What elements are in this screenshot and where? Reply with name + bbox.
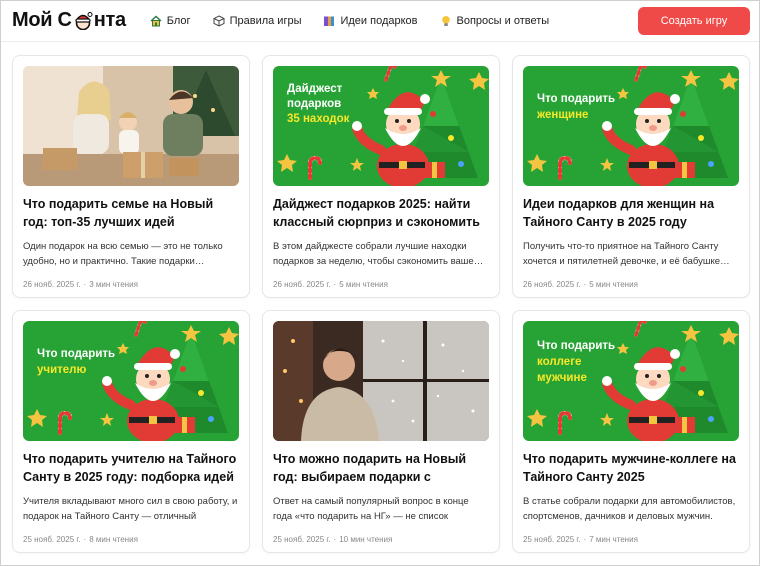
article-meta: 26 нояб. 2025 г. · 5 мин чтения [523,280,739,289]
article-card[interactable]: Что подарить учителю Что подарить учител… [12,310,250,553]
logo[interactable]: Мой С нта [12,9,126,32]
santa-banner-image: Что подарить учителю [23,321,239,441]
article-title[interactable]: Что можно подарить на Новый год: выбирае… [273,450,489,486]
article-description: Ответ на самый популярный вопрос в конце… [273,496,469,522]
family-photo [23,66,239,186]
banner-highlight: коллеге [537,356,581,368]
banner-text: подарков [287,98,341,110]
nav-item-rules[interactable]: Правила игры [213,14,302,27]
article-card[interactable]: Что можно подарить на Новый год: выбирае… [262,310,500,553]
banner-highlight: женщине [536,109,588,121]
santa-hat-icon [74,11,93,30]
article-title[interactable]: Что подарить учителю на Тайного Санту в … [23,450,239,486]
article-card[interactable]: Что подарить женщине Идеи подарков для ж… [512,55,750,298]
banner-text: Дайджест [287,83,343,95]
banner-highlight: 35 находок [287,113,350,125]
article-read-time: 8 мин чтения [89,535,138,544]
article-meta: 26 нояб. 2025 г. · 5 мин чтения [273,280,489,289]
article-date: 25 нояб. 2025 г. [273,535,331,544]
nav-label: Блог [166,14,191,27]
article-card[interactable]: Что подарить семье на Новый год: топ-35 … [12,55,250,298]
article-date: 25 нояб. 2025 г. [523,535,581,544]
separator: · [83,535,87,544]
window-photo [273,321,489,441]
nav-label: Правила игры [229,14,302,27]
separator: · [333,535,337,544]
separator: · [333,280,337,289]
santa-banner-image: Что подарить коллеге мужчине [523,321,739,441]
article-meta: 25 нояб. 2025 г. · 8 мин чтения [23,535,239,544]
logo-text-end: нта [93,9,126,31]
article-card[interactable]: Что подарить коллеге мужчине Что подарит… [512,310,750,553]
article-read-time: 10 мин чтения [339,535,393,544]
banner-text: Что подарить [537,340,615,352]
nav-label: Вопросы и ответы [456,14,550,27]
book-icon [324,16,335,26]
lightbulb-icon [441,15,450,26]
banner-highlight: учителю [37,364,86,376]
article-description: Один подарок на всю семью — это не тольк… [23,241,223,267]
santa-banner-image: Что подарить женщине [523,66,739,186]
article-title[interactable]: Что подарить мужчине-коллеге на Тайного … [523,450,739,486]
banner-text: Что подарить [37,348,115,360]
article-read-time: 7 мин чтения [589,535,638,544]
separator: · [583,280,587,289]
article-read-time: 3 мин чтения [89,280,138,289]
articles-grid: Что подарить семье на Новый год: топ-35 … [12,55,750,553]
article-title[interactable]: Дайджест подарков 2025: найти классный с… [273,195,489,231]
logo-text-start: Мой С [12,9,72,31]
article-title[interactable]: Идеи подарков для женщин на Тайного Сант… [523,195,739,231]
create-game-button[interactable]: Создать игру [638,6,750,35]
article-meta: 26 нояб. 2025 г. · 3 мин чтения [23,280,239,289]
article-description: Учителя вкладывают много сил в свою рабо… [23,496,238,522]
article-date: 26 нояб. 2025 г. [273,280,331,289]
home-icon [150,15,162,26]
main-nav: Блог Правила игры Идеи подарков Вопросы … [150,15,638,27]
article-card[interactable]: Дайджест подарков 35 находок Дайджест по… [262,55,500,298]
article-description: Получить что-то приятное на Тайного Сант… [523,241,730,267]
separator: · [583,535,587,544]
article-meta: 25 нояб. 2025 г. · 10 мин чтения [273,535,489,544]
nav-item-faq[interactable]: Вопросы и ответы [440,14,550,27]
banner-text: Что подарить [537,93,615,105]
banner-highlight: мужчине [537,372,587,384]
article-meta: 25 нояб. 2025 г. · 7 мин чтения [523,535,739,544]
article-description: В статье собрали подарки для автомобилис… [523,496,736,522]
nav-item-blog[interactable]: Блог [150,15,191,27]
nav-label: Идеи подарков [340,14,418,27]
article-date: 25 нояб. 2025 г. [23,535,81,544]
article-read-time: 5 мин чтения [589,280,638,289]
article-description: В этом дайджесте собрали лучшие находки … [273,241,484,267]
santa-banner-image: Дайджест подарков 35 находок [273,66,489,186]
cube-icon [213,14,225,27]
article-title[interactable]: Что подарить семье на Новый год: топ-35 … [23,195,239,231]
site-header: Мой С нта Блог Правила игры Идеи подарко… [0,0,760,42]
article-read-time: 5 мин чтения [339,280,388,289]
article-date: 26 нояб. 2025 г. [23,280,81,289]
separator: · [83,280,87,289]
nav-item-gift-ideas[interactable]: Идеи подарков [323,14,418,27]
article-date: 26 нояб. 2025 г. [523,280,581,289]
